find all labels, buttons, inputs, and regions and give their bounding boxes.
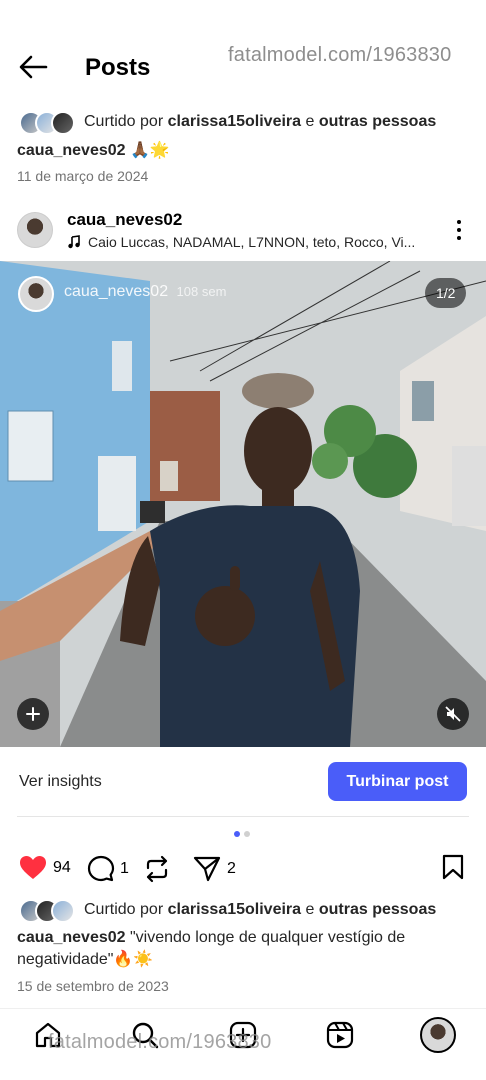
carousel-dot-active	[234, 831, 240, 837]
watermark-bottom: fatalmodel.com/1963830	[48, 1031, 272, 1053]
avatar	[420, 1017, 456, 1053]
comment-button[interactable]: 1	[87, 855, 129, 883]
add-button[interactable]	[17, 698, 49, 730]
liked-by-text[interactable]: Curtido por clarissa15oliveira e outras …	[84, 901, 436, 919]
overlay-avatar	[18, 276, 54, 312]
liked-connector: e	[305, 901, 315, 918]
watermark-top: fatalmodel.com/1963830	[228, 44, 452, 66]
music-note-icon	[68, 235, 80, 249]
liked-avatars	[19, 899, 75, 923]
shares-count: 2	[227, 860, 236, 877]
page-indicator: 1/2	[425, 278, 467, 308]
liked-others[interactable]: outras pessoas	[319, 901, 436, 918]
overlay-time: 108 sem	[176, 284, 227, 299]
mute-button[interactable]	[437, 698, 469, 730]
post-date: 15 de setembro de 2023	[17, 978, 169, 994]
carousel-dots	[234, 831, 250, 837]
divider	[17, 816, 469, 817]
liked-user[interactable]: clarissa15oliveira	[168, 113, 301, 130]
avatar	[51, 899, 75, 923]
nav-profile[interactable]	[418, 1015, 458, 1055]
back-arrow-icon	[19, 55, 48, 79]
send-icon	[193, 856, 221, 882]
caption-username[interactable]: caua_neves02	[17, 929, 126, 946]
like-button[interactable]: 94	[19, 855, 71, 881]
back-button[interactable]	[18, 54, 48, 85]
overlay-user: caua_neves02 108 sem	[64, 283, 226, 301]
overlay-username: caua_neves02	[64, 283, 169, 300]
add-icon	[26, 707, 40, 721]
heart-icon	[20, 856, 46, 879]
caption: caua_neves02 🙏🏾🌟	[17, 140, 170, 162]
caption-username[interactable]: caua_neves02	[17, 142, 126, 159]
liked-by-text[interactable]: Curtido por clarissa15oliveira e outras …	[84, 113, 436, 131]
more-button[interactable]	[450, 218, 468, 247]
likes-count[interactable]: 94	[53, 859, 71, 877]
avatar[interactable]	[17, 212, 53, 248]
post-date: 11 de março de 2024	[17, 168, 149, 184]
share-button[interactable]: 2	[193, 855, 236, 883]
comments-count: 1	[120, 860, 129, 877]
boost-post-button[interactable]: Turbinar post	[328, 762, 467, 801]
post-photo[interactable]: caua_neves02 108 sem 1/2	[0, 261, 486, 747]
comment-icon	[87, 855, 115, 882]
insights-link[interactable]: Ver insights	[19, 773, 102, 791]
audio-text: Caio Luccas, NADAMAL, L7NNON, teto, Rocc…	[88, 234, 416, 250]
nav-reels[interactable]	[320, 1015, 360, 1055]
save-button[interactable]	[442, 854, 464, 885]
liked-prefix: Curtido por	[84, 113, 164, 130]
mute-icon	[445, 706, 461, 722]
more-icon	[457, 220, 461, 240]
page-title: Posts	[85, 54, 151, 81]
avatar	[51, 111, 75, 135]
liked-prefix: Curtido por	[84, 901, 164, 918]
repost-button[interactable]	[144, 855, 170, 888]
carousel-dot	[244, 831, 250, 837]
liked-others[interactable]: outras pessoas	[319, 113, 436, 130]
repost-icon	[146, 855, 168, 883]
photo-scene	[0, 261, 486, 747]
caption-text: 🙏🏾🌟	[129, 142, 170, 159]
bookmark-icon	[442, 854, 464, 880]
reels-icon	[326, 1021, 354, 1049]
bottom-nav-divider	[0, 1008, 486, 1009]
caption: caua_neves02 "vivendo longe de qualquer …	[17, 927, 457, 971]
audio-info[interactable]: Caio Luccas, NADAMAL, L7NNON, teto, Rocc…	[67, 234, 415, 250]
liked-connector: e	[305, 113, 315, 130]
post-username[interactable]: caua_neves02	[67, 210, 182, 230]
liked-user[interactable]: clarissa15oliveira	[168, 901, 301, 918]
liked-avatars	[19, 111, 75, 135]
